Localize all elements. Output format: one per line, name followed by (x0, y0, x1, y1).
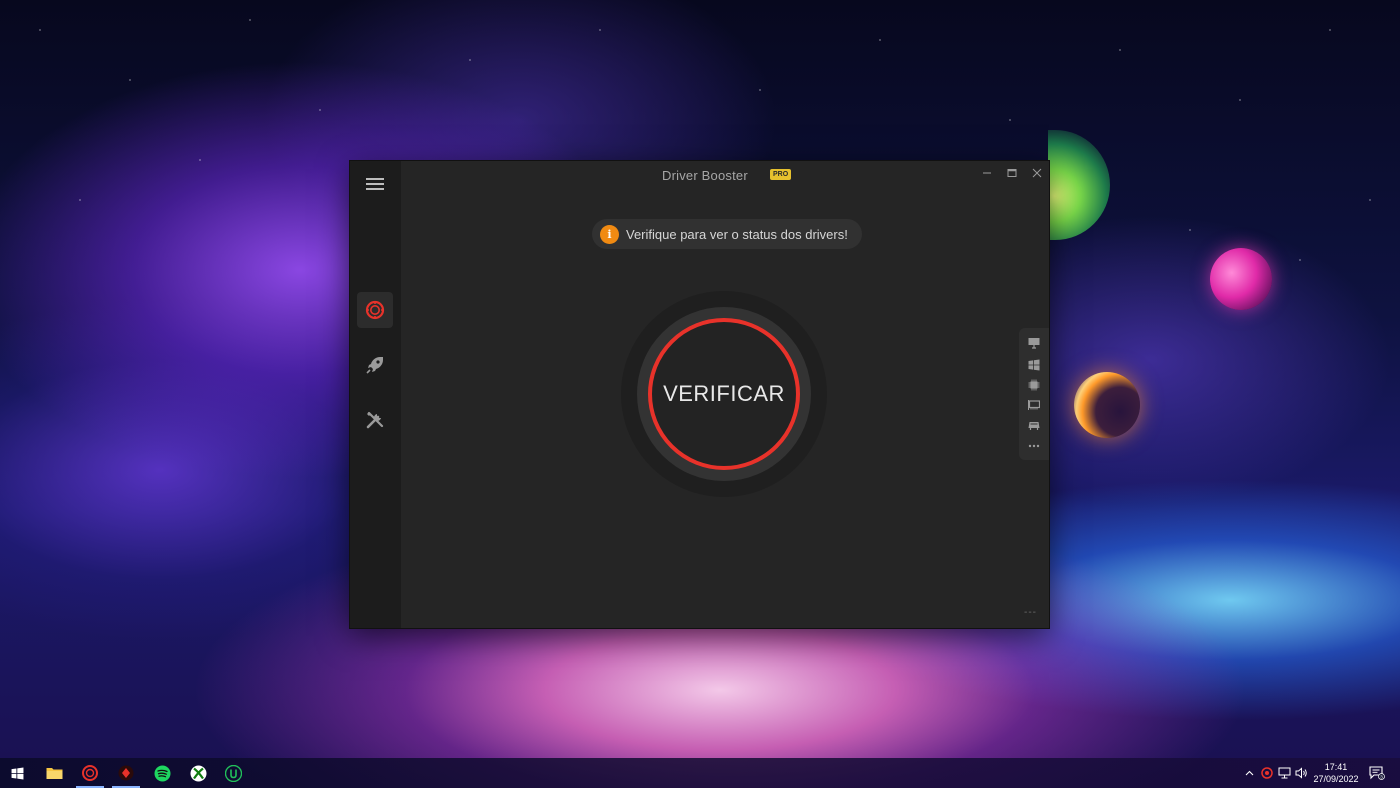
menu-line (366, 188, 384, 190)
clock-date: 27/09/2022 (1313, 774, 1359, 784)
driver-booster-tray-icon (1261, 767, 1273, 779)
tools-icon (366, 411, 384, 429)
display-category[interactable] (1028, 337, 1040, 349)
tray-network[interactable] (1276, 758, 1292, 788)
file-explorer-icon (46, 768, 62, 779)
scan-button-label: VERIFICAR (663, 381, 785, 406)
chip-icon (1028, 379, 1040, 391)
driver-booster-window: Driver Booster PRO i Verifique para ver … (350, 161, 1049, 628)
sidebar (350, 161, 401, 628)
spotify-icon (154, 765, 170, 781)
taskbar-clock[interactable]: 17:41 27/09/2022 (1308, 761, 1364, 785)
chevron-up-icon (1245, 770, 1253, 776)
maximize-button[interactable] (1002, 165, 1022, 181)
menu-line (366, 183, 384, 185)
status-pill: i Verifique para ver o status dos driver… (592, 219, 862, 249)
taskbar: 17:41 27/09/2022 3 (0, 758, 1400, 788)
status-message: Verifique para ver o status dos drivers! (626, 226, 848, 242)
speaker-icon (1295, 767, 1307, 779)
taskbar-driver-booster[interactable] (73, 758, 107, 788)
tray-volume[interactable] (1293, 758, 1309, 788)
more-icon (1028, 444, 1040, 448)
tray-overflow-button[interactable] (1242, 758, 1256, 788)
notification-icon: 3 (1369, 766, 1385, 780)
tray-driver-booster[interactable] (1259, 758, 1275, 788)
info-icon: i (600, 224, 619, 244)
close-button[interactable] (1027, 165, 1047, 181)
clock-time: 17:41 (1324, 762, 1348, 772)
maximize-icon (1007, 169, 1017, 177)
taskbar-iobit[interactable] (109, 758, 143, 788)
driver-booster-icon (82, 765, 98, 781)
iobit-icon (118, 765, 134, 781)
minimize-icon (983, 172, 991, 174)
taskbar-xbox[interactable] (181, 758, 215, 788)
scan-button[interactable]: VERIFICAR (648, 318, 800, 470)
start-button[interactable] (0, 758, 34, 788)
network-card-category[interactable] (1028, 399, 1040, 411)
windows-icon (1028, 359, 1040, 371)
driver-scan-icon (365, 300, 385, 320)
action-center-button[interactable]: 3 (1366, 758, 1388, 788)
pro-badge: PRO (770, 169, 792, 180)
network-icon (1278, 767, 1290, 779)
rocket-icon (366, 357, 383, 374)
chip-category[interactable] (1028, 379, 1040, 391)
taskbar-file-explorer[interactable] (37, 758, 71, 788)
nav-item-scan[interactable] (357, 292, 393, 328)
more-categories[interactable] (1028, 440, 1040, 452)
xbox-icon (190, 765, 206, 781)
windows-category[interactable] (1028, 359, 1040, 371)
gaming-icon (1028, 422, 1040, 430)
menu-line (366, 178, 384, 180)
display-icon (1028, 338, 1040, 349)
start-icon (11, 767, 23, 779)
app-title: Driver Booster (662, 168, 748, 183)
pink-planet (1210, 248, 1272, 310)
orange-planet (1074, 372, 1140, 438)
device-category-panel (1019, 328, 1049, 460)
menu-button[interactable] (366, 178, 384, 190)
minimize-button[interactable] (977, 165, 997, 181)
nav-item-tools[interactable] (357, 402, 393, 438)
notification-count: 3 (1380, 774, 1383, 780)
network-card-icon (1028, 400, 1040, 410)
footer-indicator: --- (1024, 607, 1037, 618)
nav-item-boost[interactable] (357, 347, 393, 383)
taskbar-upwork[interactable] (216, 758, 250, 788)
gaming-category[interactable] (1028, 419, 1040, 431)
close-icon (1032, 168, 1042, 178)
upwork-icon (224, 764, 242, 782)
taskbar-spotify[interactable] (145, 758, 179, 788)
